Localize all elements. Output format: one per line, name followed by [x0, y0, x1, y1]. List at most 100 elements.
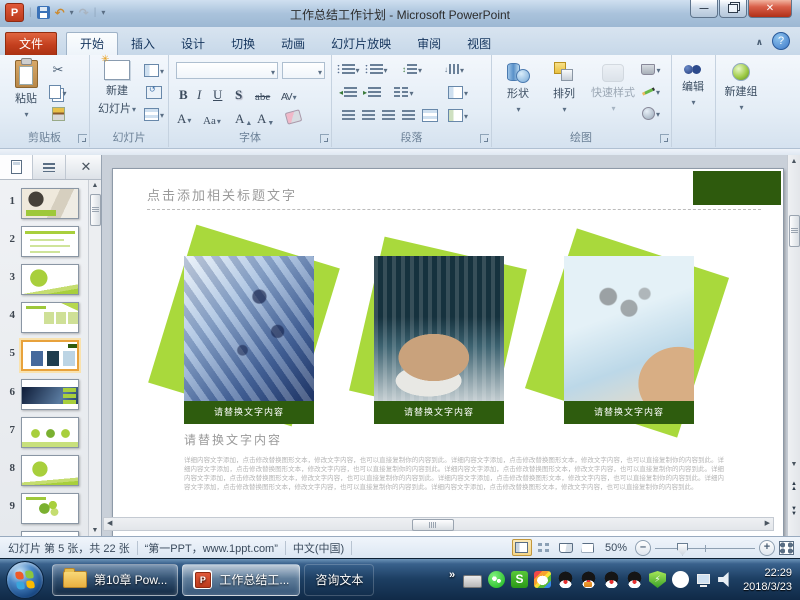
outline-tab[interactable]: [33, 155, 66, 179]
zoom-slider-thumb[interactable]: [677, 543, 688, 556]
thumbnail-image[interactable]: [21, 493, 79, 524]
panel-scrollbar[interactable]: ▲ ▼: [88, 180, 101, 536]
clipboard-dialog-launcher[interactable]: [78, 134, 87, 143]
taskbar-item-folder[interactable]: 第10章 Pow...: [52, 564, 178, 596]
scroll-right-icon[interactable]: ▶: [765, 519, 770, 527]
qq-icon-4[interactable]: [626, 571, 643, 588]
align-right-button[interactable]: [378, 106, 398, 124]
paste-button[interactable]: 粘贴: [8, 60, 44, 120]
strikethrough-button[interactable]: abe: [255, 86, 270, 103]
thumbnail-image[interactable]: [21, 302, 79, 333]
slide-editing-surface[interactable]: 点击添加相关标题文字 请替换文字内容 请替换文字内容 请替换文字内容: [112, 168, 784, 538]
slide-thumbnail-10[interactable]: 10: [0, 529, 88, 536]
slide-sorter-button[interactable]: [534, 539, 554, 556]
shape-effects-button[interactable]: [641, 104, 661, 122]
slide-title-placeholder[interactable]: 点击添加相关标题文字: [147, 185, 297, 204]
zoom-percentage[interactable]: 50%: [605, 542, 627, 554]
save-icon[interactable]: [37, 6, 50, 19]
undo-icon[interactable]: [55, 6, 65, 20]
text-shadow-button[interactable]: S: [235, 86, 242, 103]
security-shield-icon[interactable]: [649, 571, 666, 588]
taskbar-clock[interactable]: 22:29 2018/3/23: [743, 566, 792, 594]
thumbnail-image[interactable]: [21, 340, 79, 371]
wechat-icon[interactable]: [488, 571, 505, 588]
horizontal-scrollbar[interactable]: ◀ ▶: [103, 517, 774, 531]
align-left-button[interactable]: [338, 106, 358, 124]
photo-hand-gears[interactable]: [564, 256, 694, 401]
slide-thumbnail-8[interactable]: 8: [0, 453, 88, 489]
slide-thumbnail-9[interactable]: 9: [0, 491, 88, 527]
undo-dropdown-arrow[interactable]: [70, 8, 74, 17]
slideshow-button[interactable]: [578, 539, 598, 556]
numbering-button[interactable]: [366, 60, 386, 78]
image-card-2[interactable]: 请替换文字内容: [374, 256, 504, 424]
bullets-button[interactable]: [338, 60, 358, 78]
thumbnail-image[interactable]: [21, 188, 79, 219]
shrink-font-button[interactable]: A▼: [257, 110, 274, 127]
help-icon[interactable]: [772, 32, 790, 50]
slide-thumbnail-1[interactable]: 1: [0, 186, 88, 222]
image-card-1[interactable]: 请替换文字内容: [184, 256, 314, 424]
vertical-scrollbar[interactable]: ▲ ▼ ▲▲ ▼▼: [787, 155, 800, 536]
customize-qat-arrow[interactable]: [101, 8, 105, 17]
font-size-combobox[interactable]: [282, 62, 325, 79]
tab-slideshow[interactable]: 幻灯片放映: [318, 33, 404, 55]
section-button[interactable]: [144, 105, 164, 123]
slides-tab[interactable]: [0, 155, 33, 179]
justify-button[interactable]: [398, 106, 418, 124]
format-painter-button[interactable]: [48, 105, 68, 123]
photo-hand-mouse-charts[interactable]: [374, 256, 504, 401]
cut-button[interactable]: [48, 61, 68, 79]
panel-scrollbar-thumb[interactable]: [90, 194, 101, 226]
zoom-slider[interactable]: [655, 541, 755, 555]
qq-icon-3[interactable]: [603, 571, 620, 588]
slide-thumbnail-4[interactable]: 4: [0, 300, 88, 336]
body-heading[interactable]: 请替换文字内容: [184, 431, 282, 448]
slide-thumbnail-2[interactable]: 2: [0, 224, 88, 260]
paragraph-dialog-launcher[interactable]: [480, 134, 489, 143]
qq-icon-2[interactable]: [580, 571, 597, 588]
previous-slide-button[interactable]: ▲▲: [788, 482, 800, 492]
normal-view-button[interactable]: [512, 539, 532, 556]
input-method-keyboard-icon[interactable]: [463, 575, 482, 588]
photo-stairs-business[interactable]: [184, 256, 314, 401]
smartart-button[interactable]: [448, 106, 468, 124]
line-spacing-button[interactable]: ↕: [402, 60, 422, 78]
drawing-dialog-launcher[interactable]: [660, 134, 669, 143]
increase-indent-button[interactable]: ▸: [362, 83, 382, 101]
slide-thumbnail-5-selected[interactable]: 5: [0, 338, 88, 374]
tab-review[interactable]: 审阅: [404, 33, 454, 55]
zoom-in-button[interactable]: +: [759, 540, 775, 556]
powerpoint-app-icon[interactable]: [5, 3, 24, 22]
thumbnail-image[interactable]: [21, 455, 79, 486]
taskbar-item-powerpoint-active[interactable]: 工作总结工...: [182, 564, 300, 596]
next-slide-button[interactable]: ▼▼: [788, 507, 800, 517]
thumbnail-image[interactable]: [21, 264, 79, 295]
vertical-scrollbar-thumb[interactable]: [789, 215, 800, 247]
slide-thumbnail-7[interactable]: 7: [0, 415, 88, 451]
grow-font-button[interactable]: A▲: [235, 110, 252, 127]
font-dialog-launcher[interactable]: [320, 134, 329, 143]
font-name-combobox[interactable]: [176, 62, 278, 79]
paste-dropdown-arrow[interactable]: [23, 108, 28, 120]
change-case-button[interactable]: Aa: [203, 110, 221, 127]
thumbnail-image[interactable]: [21, 417, 79, 448]
scroll-left-icon[interactable]: ◀: [107, 519, 112, 527]
tab-transitions[interactable]: 切换: [218, 33, 268, 55]
show-hidden-icons-chevron[interactable]: [449, 569, 455, 581]
caption-bar[interactable]: 请替换文字内容: [184, 401, 314, 424]
columns-button[interactable]: [394, 83, 414, 101]
copy-button[interactable]: [48, 83, 68, 101]
tab-design[interactable]: 设计: [168, 33, 218, 55]
font-color-button[interactable]: A: [177, 110, 191, 127]
align-center-button[interactable]: [358, 106, 378, 124]
bold-button[interactable]: B: [179, 86, 188, 103]
collapse-ribbon-icon[interactable]: [756, 34, 763, 48]
minimize-button[interactable]: [690, 0, 718, 18]
arrange-button[interactable]: 排列: [543, 61, 585, 115]
underline-button[interactable]: U: [213, 86, 222, 103]
slide-thumbnail-3[interactable]: 3: [0, 262, 88, 298]
horizontal-scrollbar-thumb[interactable]: [412, 519, 454, 531]
caption-bar[interactable]: 请替换文字内容: [564, 401, 694, 424]
tab-view[interactable]: 视图: [454, 33, 504, 55]
